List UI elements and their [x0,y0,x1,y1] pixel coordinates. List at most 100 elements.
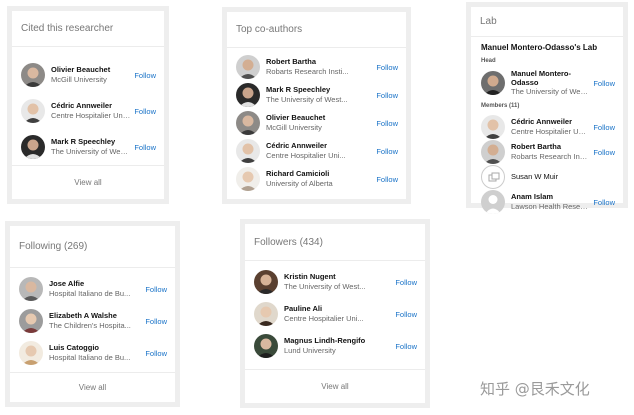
follow-button[interactable]: Follow [395,342,417,351]
person-name: Robert Bartha [266,57,317,66]
person-row[interactable]: Luis Catoggio Hospital Italiano de Bu... … [19,339,167,367]
person-name: Kristin Nugent [284,272,336,281]
placeholder-avatar-icon [481,165,505,189]
person-affiliation: McGill University [51,75,107,84]
avatar [21,63,45,87]
person-affiliation: Centre Hospitalier Uni... [266,151,346,160]
view-all-link[interactable]: View all [10,372,175,402]
avatar [236,111,260,135]
follow-button[interactable]: Follow [134,143,156,152]
following-card: Following (269) Jose Alfie Hospital Itali… [5,221,180,407]
member-row[interactable]: Robert Bartha Robarts Research Insti... F… [481,138,615,166]
person-row[interactable]: Magnus Lindh-Rengifo Lund University Foll… [254,332,417,360]
person-affiliation: Centre Hospitalier Uni... [284,314,364,323]
lab-head-row[interactable]: Manuel Montero-Odasso The University of W… [481,67,615,99]
person-name: Pauline Ali [284,304,323,313]
member-row[interactable]: Susan W Muir [481,163,615,191]
person-affiliation: The University of West... [51,147,131,156]
person-name: Anam Islam [511,192,554,201]
avatar [19,277,43,301]
follow-button[interactable]: Follow [134,71,156,80]
person-affiliation: University of Alberta [266,179,333,188]
lab-name[interactable]: Manuel Montero-Odasso's Lab [481,43,597,52]
follow-button[interactable]: Follow [376,63,398,72]
person-affiliation: The University of West... [511,87,590,96]
avatar [254,270,278,294]
follow-button[interactable]: Follow [376,175,398,184]
follow-button[interactable]: Follow [376,91,398,100]
person-name: Cédric Annweiler [511,117,572,126]
person-name: Manuel Montero-Odasso [511,69,571,87]
person-name: Cédric Annweiler [266,141,327,150]
person-affiliation: McGill University [266,123,322,132]
person-affiliation: Robarts Research Insti... [511,152,590,161]
person-row[interactable]: Cédric Annweiler Centre Hospitalier Uni..… [21,97,156,125]
member-row[interactable]: Anam Islam Lawson Health Resear... Follow [481,188,615,216]
avatar [236,167,260,191]
person-affiliation: Hospital Italiano de Bu... [49,353,131,362]
view-all-link[interactable]: View all [245,369,425,403]
person-name: Luis Catoggio [49,343,99,352]
person-row[interactable]: Richard Camicioli University of Alberta F… [236,165,398,193]
person-affiliation: Centre Hospitalier Uni... [511,127,590,136]
person-affiliation: Robarts Research Insti... [266,67,349,76]
person-name: Olivier Beauchet [266,113,326,122]
person-name: Mark R Speechley [266,85,331,94]
person-affiliation: The Children's Hospita... [49,321,131,330]
follow-button[interactable]: Follow [593,79,615,88]
follow-button[interactable]: Follow [376,147,398,156]
follow-button[interactable]: Follow [145,349,167,358]
person-row[interactable]: Elizabeth A Walshe The Children's Hospita… [19,307,167,335]
person-row[interactable]: Olivier Beauchet McGill University Follow [21,61,156,89]
lab-card-title: Lab [471,7,623,37]
person-affiliation: The University of West... [266,95,348,104]
person-row[interactable]: Kristin Nugent The University of West... … [254,268,417,296]
person-row[interactable]: Mark R Speechley The University of West..… [236,81,398,109]
person-name: Susan W Muir [511,172,559,181]
member-row[interactable]: Cédric Annweiler Centre Hospitalier Uni..… [481,113,615,141]
follow-button[interactable]: Follow [593,198,615,207]
follow-button[interactable]: Follow [145,285,167,294]
avatar [254,302,278,326]
person-name: Jose Alfie [49,279,85,288]
follow-button[interactable]: Follow [395,278,417,287]
person-row[interactable]: Olivier Beauchet McGill University Follow [236,109,398,137]
person-affiliation: Centre Hospitalier Uni... [51,111,131,120]
follow-button[interactable]: Follow [593,148,615,157]
person-row[interactable]: Cédric Annweiler Centre Hospitalier Uni..… [236,137,398,165]
follow-button[interactable]: Follow [395,310,417,319]
avatar [254,334,278,358]
avatar [481,71,505,95]
coauthors-card: Top co-authors Robert Bartha Robarts Rese… [222,7,411,204]
avatar [19,341,43,365]
followers-card: Followers (434) Kristin Nugent The Univer… [240,219,430,408]
person-name: Mark R Speechley [51,137,116,146]
person-name: Richard Camicioli [266,169,330,178]
watermark: 知乎 @艮禾文化 [480,380,590,398]
avatar [236,83,260,107]
person-row[interactable]: Mark R Speechley The University of West..… [21,133,156,161]
cited-card: Cited this researcher Olivier Beauchet Mc… [7,6,169,204]
follow-button[interactable]: Follow [376,119,398,128]
person-row[interactable]: Pauline Ali Centre Hospitalier Uni... Fol… [254,300,417,328]
avatar [236,55,260,79]
follow-button[interactable]: Follow [145,317,167,326]
person-name: Magnus Lindh-Rengifo [284,336,366,345]
person-affiliation: Lund University [284,346,336,355]
lab-card: Lab Manuel Montero-Odasso's Lab Head Man… [466,2,628,214]
follow-button[interactable]: Follow [134,107,156,116]
view-all-link[interactable]: View all [12,165,164,199]
avatar [236,139,260,163]
following-title: Following (269) [10,226,175,268]
followers-title: Followers (434) [245,224,425,261]
person-affiliation: The University of West... [284,282,366,291]
cited-title: Cited this researcher [12,11,164,47]
person-row[interactable]: Robert Bartha Robarts Research Insti... F… [236,53,398,81]
person-name: Olivier Beauchet [51,65,111,74]
person-row[interactable]: Jose Alfie Hospital Italiano de Bu... Fol… [19,275,167,303]
person-name: Robert Bartha [511,142,562,151]
person-affiliation: Lawson Health Resear... [511,202,590,211]
avatar [481,115,505,139]
follow-button[interactable]: Follow [593,123,615,132]
members-label: Members (11) [481,103,520,109]
